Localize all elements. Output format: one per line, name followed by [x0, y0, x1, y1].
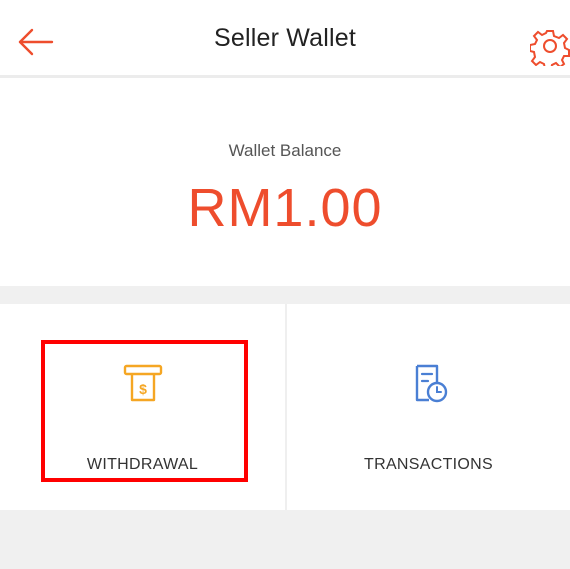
app-header: Seller Wallet	[0, 0, 570, 78]
wallet-balance-section: Wallet Balance RM1.00	[0, 81, 570, 286]
wallet-actions: $ WITHDRAWAL TRANSACTIONS	[0, 304, 570, 510]
svg-text:$: $	[139, 381, 147, 397]
gear-icon	[530, 30, 570, 66]
wallet-balance-amount: RM1.00	[187, 178, 383, 238]
document-clock-icon	[415, 364, 447, 403]
wallet-balance-label: Wallet Balance	[228, 141, 342, 160]
withdrawal-label: WITHDRAWAL	[86, 456, 199, 473]
bottom-spacer	[0, 510, 570, 569]
transactions-button[interactable]: TRANSACTIONS	[285, 304, 570, 510]
atm-withdrawal-icon: $	[123, 364, 162, 402]
section-divider	[0, 286, 570, 304]
withdrawal-button[interactable]: $ WITHDRAWAL	[0, 304, 285, 510]
settings-button[interactable]	[530, 26, 570, 66]
seller-wallet-screen: Seller Wallet Wallet Balance RM1.00 $ WI…	[0, 0, 570, 569]
transactions-label: TRANSACTIONS	[364, 456, 493, 473]
page-title: Seller Wallet	[214, 24, 356, 52]
